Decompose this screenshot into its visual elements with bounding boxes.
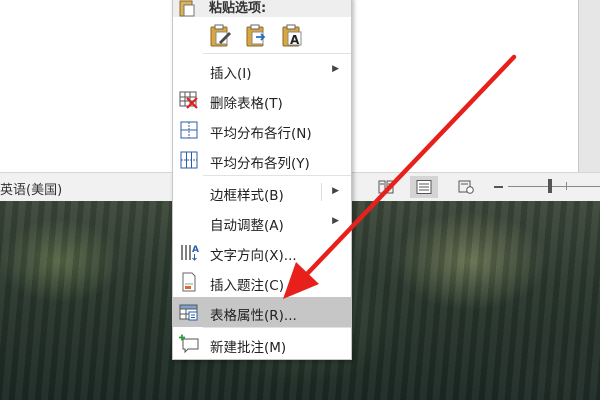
read-mode-button[interactable] [372,176,400,198]
menu-item-delete-table[interactable]: 删除表格(T) [173,85,351,115]
menu-item-text-direction[interactable]: A 文字方向(X)... [173,237,351,267]
paste-options-header: 粘贴选项: [173,0,351,17]
menu-item-new-comment[interactable]: 新建批注(M) [173,329,351,359]
menu-item-label: 自动调整(A) [210,218,284,234]
menu-item-label: 文字方向(X)... [210,248,297,264]
distribute-columns-icon [180,151,198,169]
menu-item-insert[interactable]: 插入(I) ▶ [173,55,351,85]
print-layout-icon [416,180,432,194]
new-comment-icon [179,334,199,354]
menu-item-label: 平均分布各列(Y) [210,156,310,172]
paste-options-label: 粘贴选项: [209,1,267,16]
menu-separator [203,327,351,328]
menu-item-autofit[interactable]: 自动调整(A) ▶ [173,207,351,237]
zoom-out-button[interactable] [494,186,503,188]
delete-table-icon [179,91,198,109]
menu-item-distribute-rows[interactable]: 平均分布各行(N) [173,115,351,145]
zoom-center-tick [566,182,567,190]
svg-text:A: A [290,33,300,47]
context-menu: 粘贴选项: A 插入(I) ▶ 删除表格(T) 平均分布各行(N) 平均分布各列… [172,0,352,360]
paste-keep-text-only-icon[interactable]: A [281,23,305,47]
submenu-arrow-icon: ▶ [332,186,339,196]
menu-separator [203,175,351,176]
menu-item-border-styles[interactable]: 边框样式(B) ▶ [173,177,351,207]
paste-keep-source-formatting-icon[interactable] [209,23,233,47]
web-layout-button[interactable] [452,176,480,198]
print-layout-button[interactable] [410,176,438,198]
submenu-arrow-icon: ▶ [332,216,339,226]
table-properties-icon [179,304,198,321]
insert-caption-icon [182,272,196,292]
menu-item-label: 平均分布各行(N) [210,126,312,142]
menu-item-table-properties[interactable]: 表格属性(R)... [173,297,351,327]
web-layout-icon [458,180,474,194]
submenu-arrow-icon: ▶ [332,64,339,74]
menu-item-insert-caption[interactable]: 插入题注(C) [173,267,351,297]
clipboard-icon [179,0,195,17]
menu-separator [203,53,351,54]
text-direction-icon: A [181,245,199,261]
menu-item-label: 删除表格(T) [210,96,283,112]
menu-item-label: 新建批注(M) [210,340,287,356]
language-indicator[interactable]: 英语(美国) [0,179,62,198]
menu-item-label: 插入题注(C) [210,278,284,294]
split-divider [321,183,322,201]
paste-merge-formatting-icon[interactable] [245,23,269,47]
menu-item-label: 边框样式(B) [210,188,284,204]
distribute-rows-icon [180,121,198,139]
zoom-slider[interactable] [508,186,600,187]
zoom-slider-thumb[interactable] [548,179,552,193]
menu-item-distribute-columns[interactable]: 平均分布各列(Y) [173,145,351,175]
menu-item-label: 表格属性(R)... [210,308,297,324]
read-mode-icon [378,180,394,194]
menu-item-label: 插入(I) [210,66,252,82]
svg-text:A: A [192,245,199,255]
